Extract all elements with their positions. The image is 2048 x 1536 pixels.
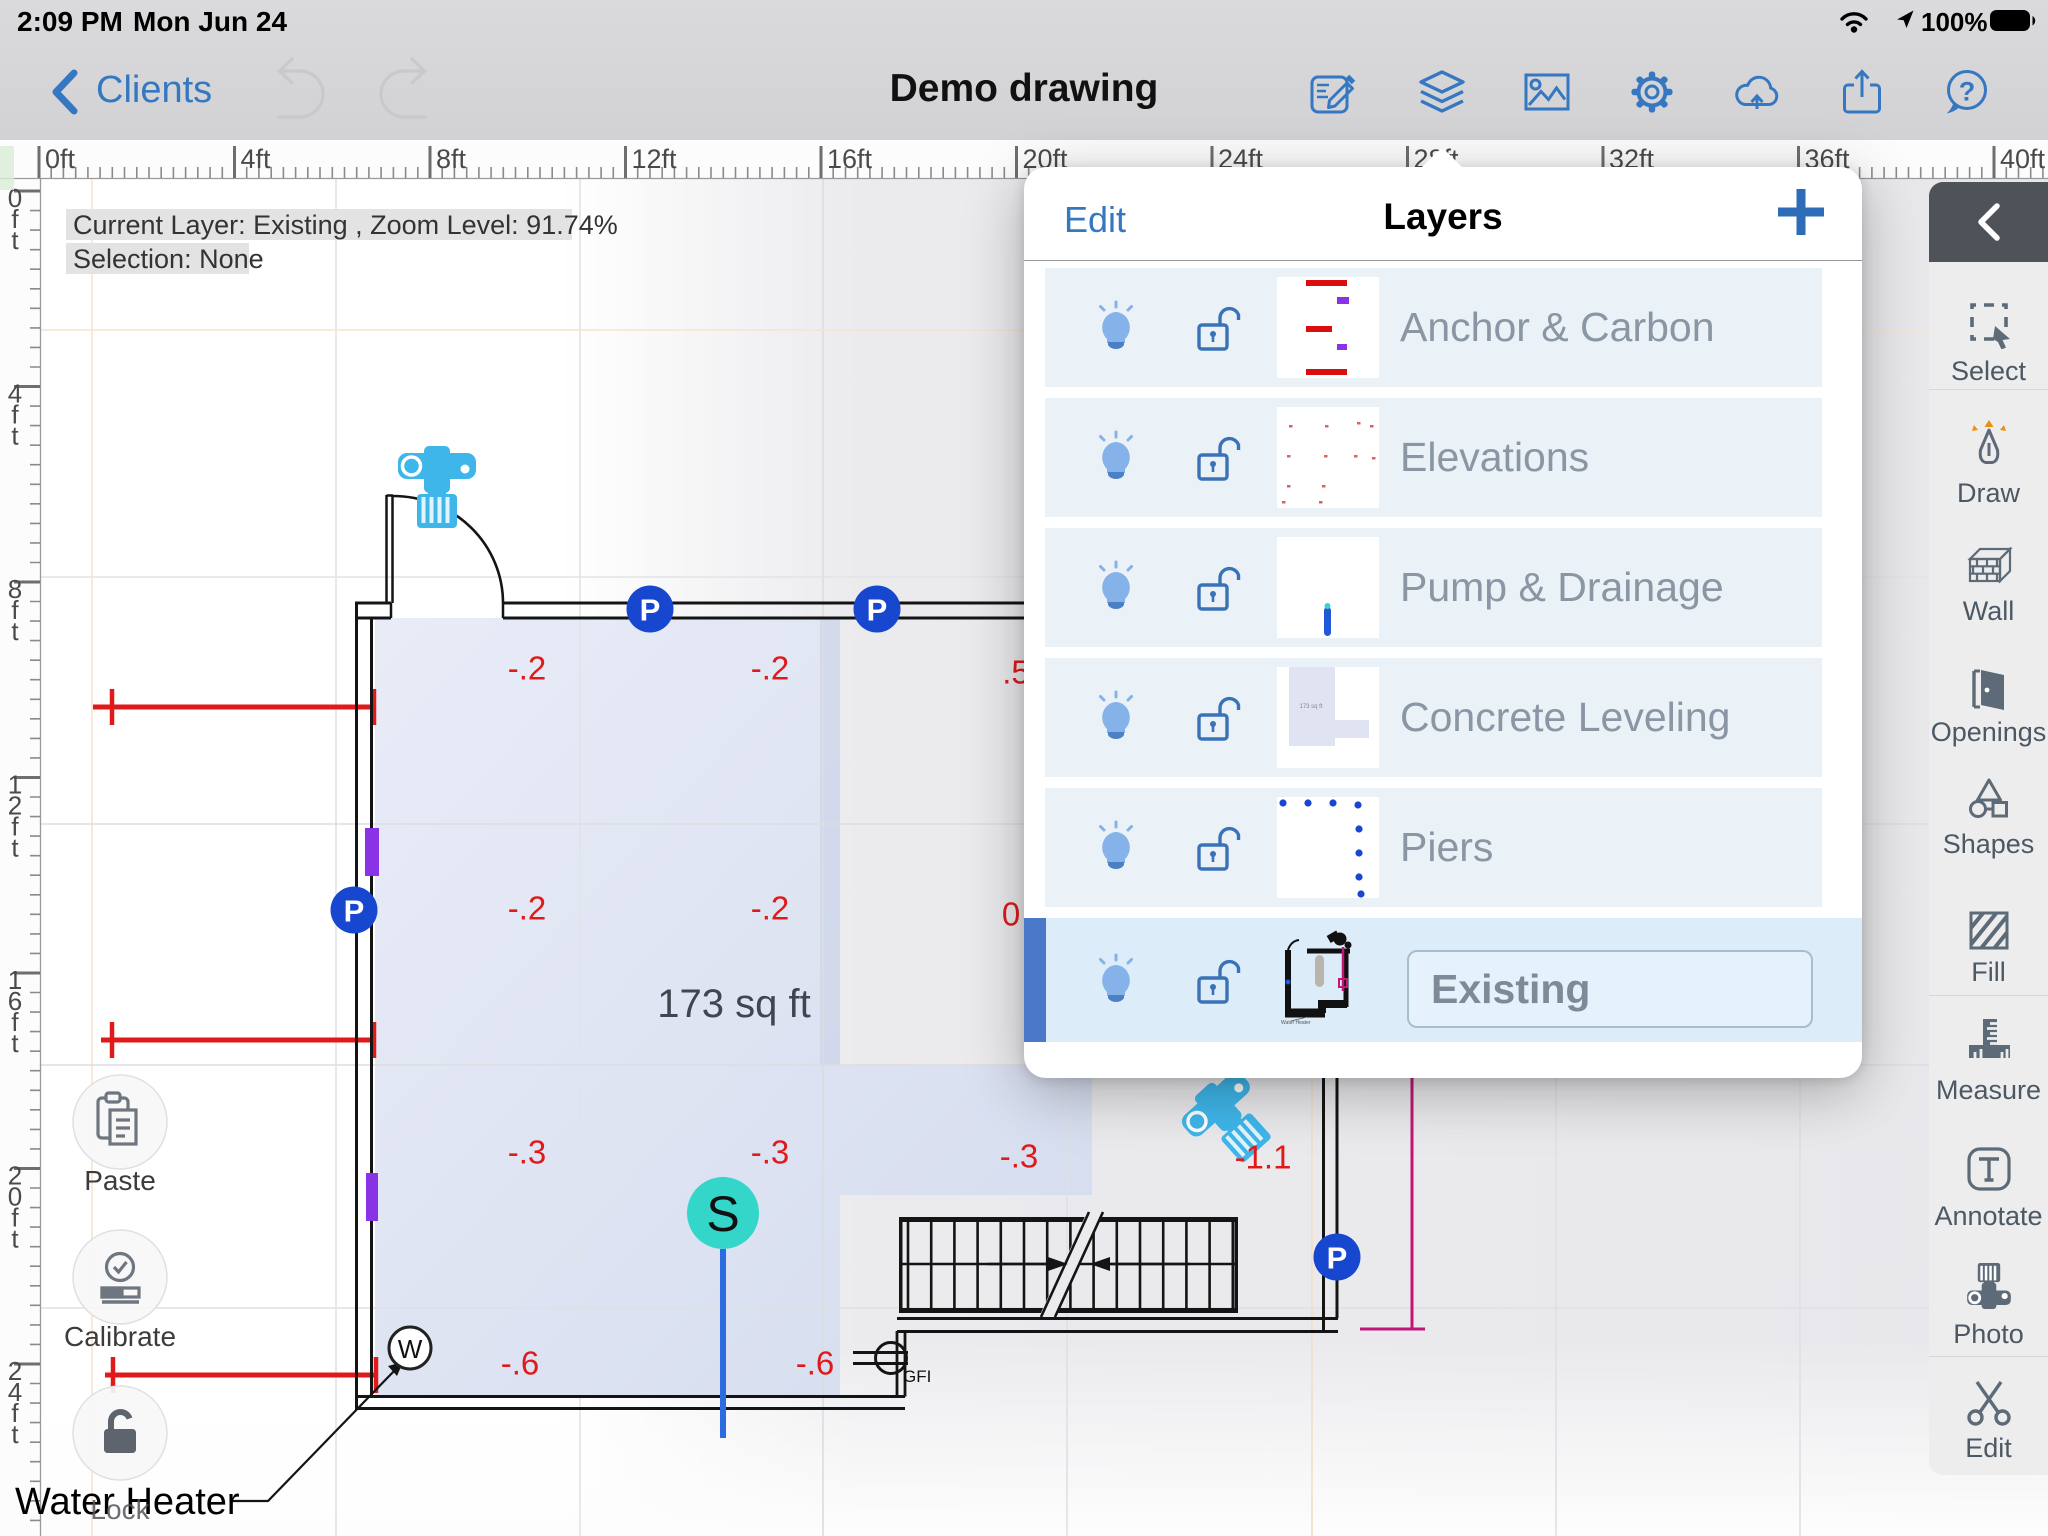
svg-text:W: W xyxy=(398,1334,423,1364)
svg-text:Calibrate: Calibrate xyxy=(64,1321,176,1352)
svg-text:P: P xyxy=(344,894,365,929)
svg-text:8ft: 8ft xyxy=(436,144,467,174)
svg-text:-.2: -.2 xyxy=(508,650,547,687)
svg-text:-.3: -.3 xyxy=(1000,1138,1039,1175)
svg-text:-.3: -.3 xyxy=(751,1134,790,1171)
svg-text:-.6: -.6 xyxy=(796,1345,835,1382)
svg-text:0ft: 0ft xyxy=(45,144,76,174)
svg-text:-.6: -.6 xyxy=(501,1345,540,1382)
svg-text:12ft: 12ft xyxy=(632,144,678,174)
svg-text:-1.1: -1.1 xyxy=(1235,1139,1292,1176)
svg-text:40ft: 40ft xyxy=(2000,144,2046,174)
svg-text:Selection: None: Selection: None xyxy=(73,244,264,274)
svg-text:P: P xyxy=(1327,1241,1348,1276)
svg-text:GFI: GFI xyxy=(903,1367,931,1386)
svg-text:?: ? xyxy=(1959,77,1976,107)
svg-text:Water Heater: Water Heater xyxy=(1281,1020,1311,1026)
svg-text:16ft: 16ft xyxy=(827,144,873,174)
svg-text:P: P xyxy=(867,593,888,628)
svg-text:P: P xyxy=(640,593,661,628)
svg-text:Paste: Paste xyxy=(84,1165,156,1196)
svg-text:-.2: -.2 xyxy=(751,890,790,927)
svg-text:-.2: -.2 xyxy=(751,650,790,687)
svg-text:Current Layer: Existing , Zoom: Current Layer: Existing , Zoom Level: 91… xyxy=(73,210,618,240)
svg-text:173 sq ft: 173 sq ft xyxy=(1299,704,1322,710)
svg-text:4ft: 4ft xyxy=(241,144,272,174)
svg-text:S: S xyxy=(706,1186,739,1242)
svg-text:Lock: Lock xyxy=(90,1494,150,1525)
svg-text:173 sq ft: 173 sq ft xyxy=(657,982,810,1026)
svg-text:-.2: -.2 xyxy=(508,890,547,927)
svg-text:0: 0 xyxy=(1002,896,1020,933)
svg-text:-.3: -.3 xyxy=(508,1134,547,1171)
